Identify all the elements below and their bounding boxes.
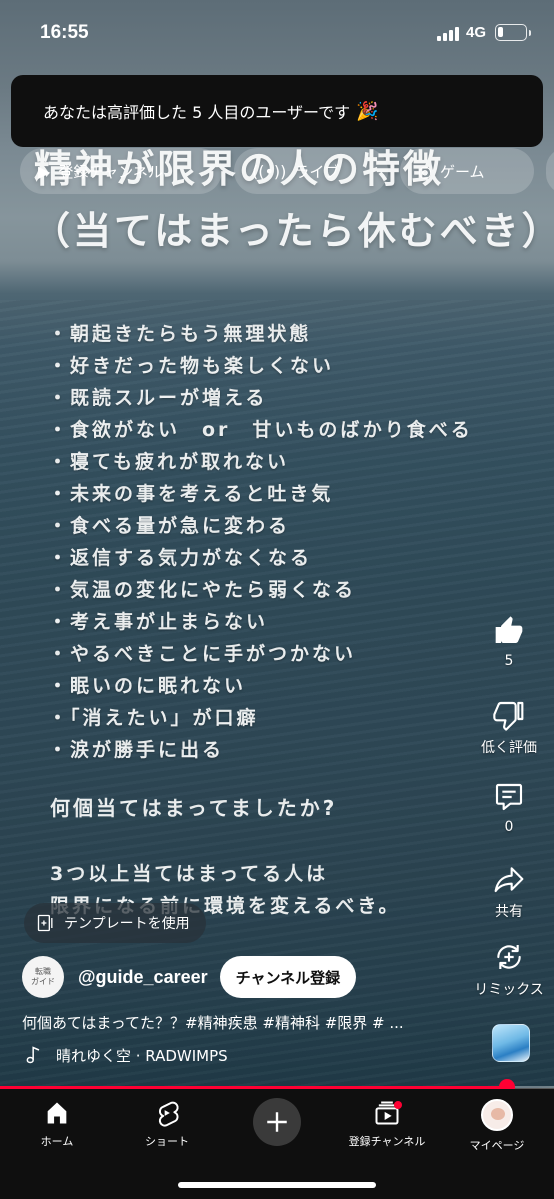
music-link[interactable]: 晴れゆく空 · RADWIMPS [24,1044,228,1066]
video-bullet-item: ・食欲がない or 甘いものばかり食べる [48,419,473,441]
gaming-icon: ◎ [418,161,432,181]
live-icon: ((•)) [252,161,287,181]
music-label: 晴れゆく空 · RADWIMPS [56,1046,228,1065]
share-icon [494,867,524,893]
video-bullet-item: ・朝起きたらもう無理状態 [48,323,312,345]
share-button[interactable]: 共有 [464,863,554,921]
nav-shorts[interactable]: ショート [112,1099,222,1149]
nav-home[interactable]: ホーム [2,1099,112,1149]
nav-subscriptions[interactable]: 登録チャンネル [332,1099,442,1149]
chip-label: ライブ [294,162,340,181]
party-popper-icon: 🎉 [356,100,379,122]
video-footnote-line-1: 3つ以上当てはまってる人は [50,863,329,885]
channel-info: 転職 ガイド @guide_career チャンネル登録 [22,955,357,999]
video-bullet-item: ・食べる量が急に変わる [48,515,291,537]
thumbs-down-icon [493,701,524,731]
chip-live[interactable]: ((•)) ライブ [234,148,388,194]
comments-button[interactable]: 0 [464,781,554,835]
channel-avatar-text: 転職 ガイド [31,967,55,986]
video-bullet-item: ・既読スルーが増える [48,387,268,409]
create-button[interactable] [253,1098,301,1146]
like-toast: あなたは高評価した 5 人目のユーザーです 🎉 [11,75,543,147]
remix-button[interactable]: リミックス [464,941,554,999]
thumbs-up-filled-icon [495,616,523,643]
profile-avatar [481,1099,513,1131]
feed-chips: ▶ 登録チャンネル ((•)) ライブ ◎ ゲーム ◐ [20,148,554,194]
video-bullet-item: ・「消えたい」が口癖 [48,707,259,729]
status-time: 16:55 [40,22,89,43]
video-bullet-item: ・寝ても疲れが取れない [48,451,290,473]
video-caption[interactable]: 何個あてはまってた？？#精神疾患 #精神科 #限界 # ... [22,1012,462,1033]
plus-icon [267,1112,287,1132]
video-question: 何個当てはまってましたか? [50,796,338,820]
subscribe-button[interactable]: チャンネル登録 [219,956,357,998]
use-template-label: テンプレートを使用 [64,916,190,932]
home-indicator [178,1182,376,1188]
chip-label: ゲーム [439,162,485,181]
channel-handle[interactable]: @guide_career [78,967,208,988]
battery-level [498,27,503,37]
use-template-button[interactable]: テンプレートを使用 [24,903,206,943]
video-bullet-item: ・やるべきことに手がつかない [48,643,357,665]
comment-count: 0 [504,819,514,835]
video-bullet-item: ・好きだった物も楽しくない [48,355,335,377]
cellular-signal-icon [437,26,463,41]
nav-you[interactable]: マイページ [442,1099,552,1153]
add-template-icon [37,914,53,932]
home-filled-icon [47,1102,67,1124]
nav-you-label: マイページ [469,1139,525,1152]
music-note-icon [26,1046,40,1064]
like-count: 5 [504,653,514,669]
dislike-label: 低く評価 [481,740,537,756]
status-bar: 16:55 4G [0,0,554,66]
remix-icon [497,945,521,969]
shorts-icon [158,1101,179,1127]
share-label: 共有 [495,904,523,920]
channel-avatar[interactable]: 転職 ガイド [22,956,64,998]
nav-shorts-label: ショート [145,1135,189,1148]
battery-icon [495,24,531,41]
new-content-badge [394,1101,402,1109]
video-bullet-item: ・気温の変化にやたら弱くなる [48,579,357,601]
chip-more[interactable]: ◐ [546,148,554,194]
network-type: 4G [466,24,487,41]
like-button[interactable]: 5 [464,615,554,669]
video-bullet-list: ・朝起きたらもう無理状態・好きだった物も楽しくない ・既読スルーが増える・食欲がな… [48,318,518,766]
video-bullet-item: ・返信する気力がなくなる [48,547,313,569]
video-bullet-item: ・考え事が止まらない [48,611,269,633]
chip-label: 登録チャンネル [58,162,163,181]
comment-icon [495,783,523,811]
video-title-line-2: （当てはまったら休むべき） [32,209,554,253]
video-bullet-item: ・眠いのに眠れない [48,675,247,697]
chip-gaming[interactable]: ◎ ゲーム [400,148,534,194]
dislike-button[interactable]: 低く評価 [464,699,554,757]
nav-home-label: ホーム [40,1135,74,1148]
sound-thumbnail[interactable] [492,1024,530,1062]
subscriptions-icon: ▶ [38,161,51,181]
remix-label: リミックス [474,982,544,998]
video-bullet-item: ・未来の事を考えると吐き気 [48,483,334,505]
toast-message: あなたは高評価した 5 人目のユーザーです [43,103,351,122]
video-bullet-item: ・涙が勝手に出る [48,739,225,761]
chip-subscriptions[interactable]: ▶ 登録チャンネル [20,148,222,194]
nav-subscriptions-label: 登録チャンネル [348,1135,426,1148]
